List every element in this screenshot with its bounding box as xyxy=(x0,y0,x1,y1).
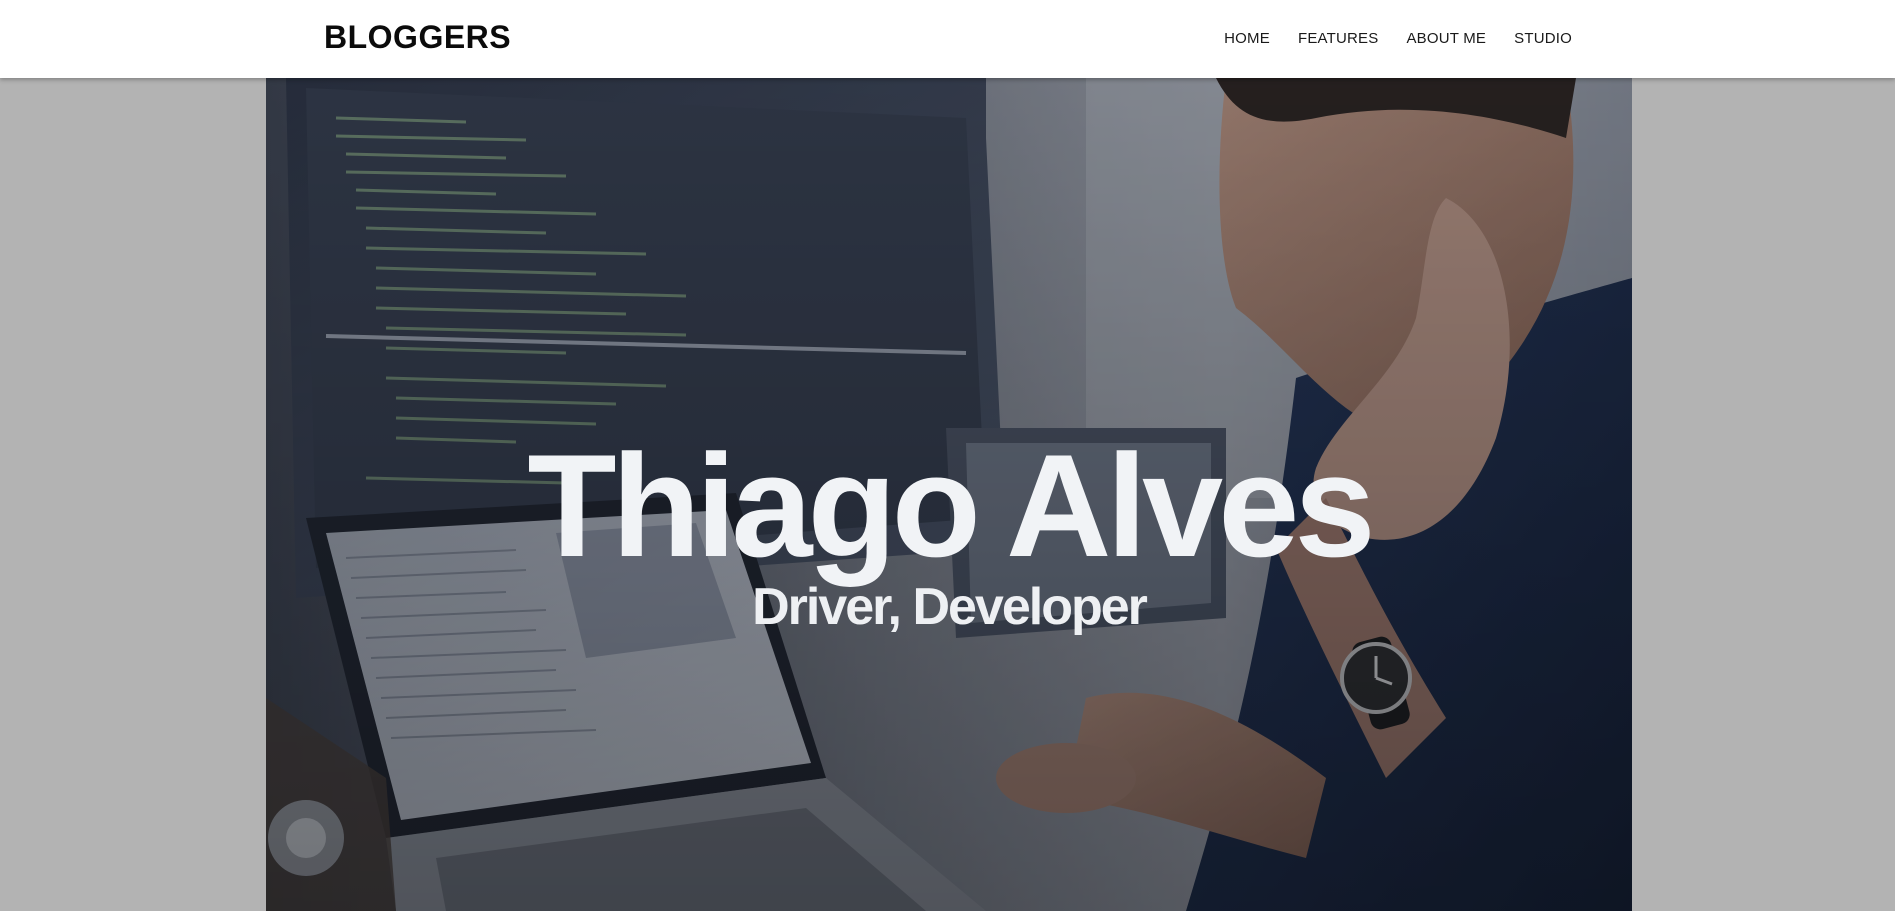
hero-banner: Thiago Alves Driver, Developer xyxy=(266,78,1632,911)
hero-text: Thiago Alves Driver, Developer xyxy=(266,78,1632,911)
nav-menu: HOME FEATURES ABOUT ME STUDIO xyxy=(1224,30,1572,47)
page: BLOGGERS HOME FEATURES ABOUT ME STUDIO T… xyxy=(0,0,1895,911)
nav-link-home[interactable]: HOME xyxy=(1224,30,1270,47)
nav-link-studio[interactable]: STUDIO xyxy=(1514,30,1572,47)
nav-link-features[interactable]: FEATURES xyxy=(1298,30,1379,47)
nav-link-about-me[interactable]: ABOUT ME xyxy=(1406,30,1486,47)
navbar: BLOGGERS HOME FEATURES ABOUT ME STUDIO xyxy=(0,0,1895,78)
brand-logo[interactable]: BLOGGERS xyxy=(324,19,511,56)
hero-title: Thiago Alves xyxy=(527,424,1375,587)
hero-subtitle: Driver, Developer xyxy=(752,578,1148,636)
